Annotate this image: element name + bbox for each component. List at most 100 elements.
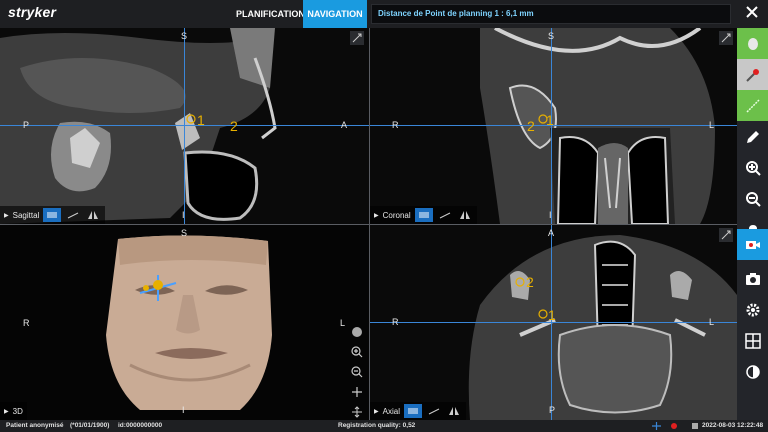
- crosshair-vertical: [184, 28, 185, 224]
- planning-point-1-label: 1: [548, 307, 556, 323]
- close-icon: [746, 6, 758, 18]
- expand-icon: [721, 33, 731, 43]
- viewport-label-bar: ▶ 3D: [0, 402, 27, 420]
- trajectory-line-icon: [745, 98, 760, 113]
- planning-point-marker[interactable]: [186, 114, 196, 124]
- stryker-logo: stryker: [8, 4, 57, 20]
- viewport-name: Sagittal: [12, 210, 40, 220]
- play-triangle-icon: ▶: [4, 212, 9, 219]
- viewport-name: Axial: [382, 406, 400, 416]
- line-icon: [68, 212, 79, 219]
- orientation-left: P: [23, 120, 30, 130]
- layout-button[interactable]: [737, 325, 768, 356]
- record-video-icon: [745, 240, 760, 249]
- patient-id: id:0000000000: [118, 422, 163, 429]
- maximize-view-button[interactable]: [719, 31, 733, 45]
- trajectory-view-button[interactable]: [437, 208, 453, 222]
- play-triangle-icon: ▶: [374, 408, 379, 415]
- orientation-top: S: [548, 31, 555, 41]
- planning-point-1-marker[interactable]: [538, 309, 548, 319]
- trajectory-button[interactable]: [737, 90, 768, 121]
- rotate-3d-button[interactable]: [348, 403, 366, 420]
- viewport-name: 3D: [12, 406, 23, 416]
- move-icon: [352, 406, 362, 418]
- slices-icon: [47, 212, 57, 218]
- pan-3d-button[interactable]: [348, 383, 366, 401]
- orientation-bottom: P: [549, 405, 556, 415]
- viewport-axial[interactable]: A P R L 2 1 ▶ Axial: [370, 225, 737, 420]
- maximize-view-button[interactable]: [719, 228, 733, 242]
- navigation-crosshair-marker: [139, 275, 177, 301]
- record-video-button[interactable]: [737, 229, 768, 260]
- contrast-icon: [745, 364, 760, 379]
- right-toolbar: [737, 28, 768, 420]
- viewport-3d[interactable]: S I R L ▶ 3D: [0, 225, 369, 420]
- instrument-head-button[interactable]: [737, 28, 768, 59]
- orientation-bottom: I: [549, 210, 552, 220]
- viewport-sagittal[interactable]: S I P A 1 2 ▶ Sagittal: [0, 28, 369, 224]
- tab-planification[interactable]: PLANIFICATION: [236, 0, 305, 28]
- datetime: 2022-08-03 12:22:48: [702, 422, 764, 429]
- viewport-label-bar: ▶ Axial: [370, 402, 466, 420]
- orientation-top: S: [181, 31, 188, 41]
- orientation-bottom: I: [182, 210, 185, 220]
- zoom-out-button[interactable]: [737, 183, 768, 214]
- planning-point-1-label: 1: [197, 112, 205, 128]
- slices-icon: [419, 212, 429, 218]
- viewport-name: Coronal: [382, 210, 411, 220]
- planning-point-2-label: 2: [526, 274, 534, 290]
- contrast-button[interactable]: [737, 356, 768, 387]
- orientation-right: L: [709, 120, 715, 130]
- zoom-in-3d-button[interactable]: [348, 343, 366, 361]
- play-triangle-icon: ▶: [374, 212, 379, 219]
- planning-point-2-marker[interactable]: [515, 277, 525, 287]
- mirror-icon: [88, 211, 99, 219]
- status-bar: Patient anonymisé (*01/01/1900) id:00000…: [0, 420, 768, 432]
- zoom-in-button[interactable]: [737, 152, 768, 183]
- maximize-view-button[interactable]: [350, 31, 364, 45]
- mirror-icon: [459, 211, 470, 219]
- orientation-right: L: [340, 318, 346, 328]
- slice-mode-button[interactable]: [414, 208, 433, 222]
- line-icon: [439, 212, 450, 219]
- close-button[interactable]: [738, 2, 766, 26]
- pointer-red-icon: [745, 68, 759, 82]
- orientation-left: R: [392, 120, 399, 130]
- pointer-button[interactable]: [737, 59, 768, 90]
- orientation-right: A: [341, 120, 348, 130]
- mirror-view-button[interactable]: [446, 404, 462, 418]
- viewport-divider-horizontal: [0, 224, 737, 225]
- orientation-bottom: I: [182, 405, 185, 415]
- tab-navigation[interactable]: NAVIGATION: [303, 0, 367, 28]
- planning-point-2-label: 2: [230, 118, 238, 134]
- zoom-out-3d-button[interactable]: [348, 363, 366, 381]
- slices-icon: [408, 408, 418, 414]
- instrument-head-icon: [747, 37, 758, 50]
- recording-indicator-icon: [671, 423, 677, 429]
- slice-mode-button[interactable]: [43, 208, 62, 222]
- registration-quality: Registration quality: 0,52: [338, 422, 416, 429]
- zoom-out-icon: [745, 191, 761, 207]
- pencil-button[interactable]: [737, 121, 768, 152]
- mirror-view-button[interactable]: [85, 208, 101, 222]
- zoom-in-icon: [745, 160, 761, 176]
- planning-point-1-label: 1: [546, 112, 554, 128]
- screenshot-button[interactable]: [737, 263, 768, 294]
- settings-button[interactable]: [737, 294, 768, 325]
- patient-dob: (*01/01/1900): [70, 422, 110, 429]
- 3d-view-tools: [348, 323, 366, 420]
- pan-arrows-icon: [352, 387, 362, 397]
- orientation-top: A: [548, 228, 555, 238]
- orientation-left: R: [392, 317, 399, 327]
- head-orientation-button[interactable]: [348, 323, 366, 341]
- orientation-right: L: [709, 317, 715, 327]
- zoom-out-icon: [351, 366, 363, 378]
- trajectory-view-button[interactable]: [65, 208, 81, 222]
- trajectory-view-button[interactable]: [426, 404, 442, 418]
- storage-icon: [692, 423, 698, 429]
- mirror-view-button[interactable]: [457, 208, 473, 222]
- viewport-coronal[interactable]: S I R L 2 1 ▶ Coronal: [370, 28, 737, 224]
- line-icon: [428, 408, 440, 415]
- head-icon: [352, 327, 362, 337]
- slice-mode-button[interactable]: [403, 404, 422, 418]
